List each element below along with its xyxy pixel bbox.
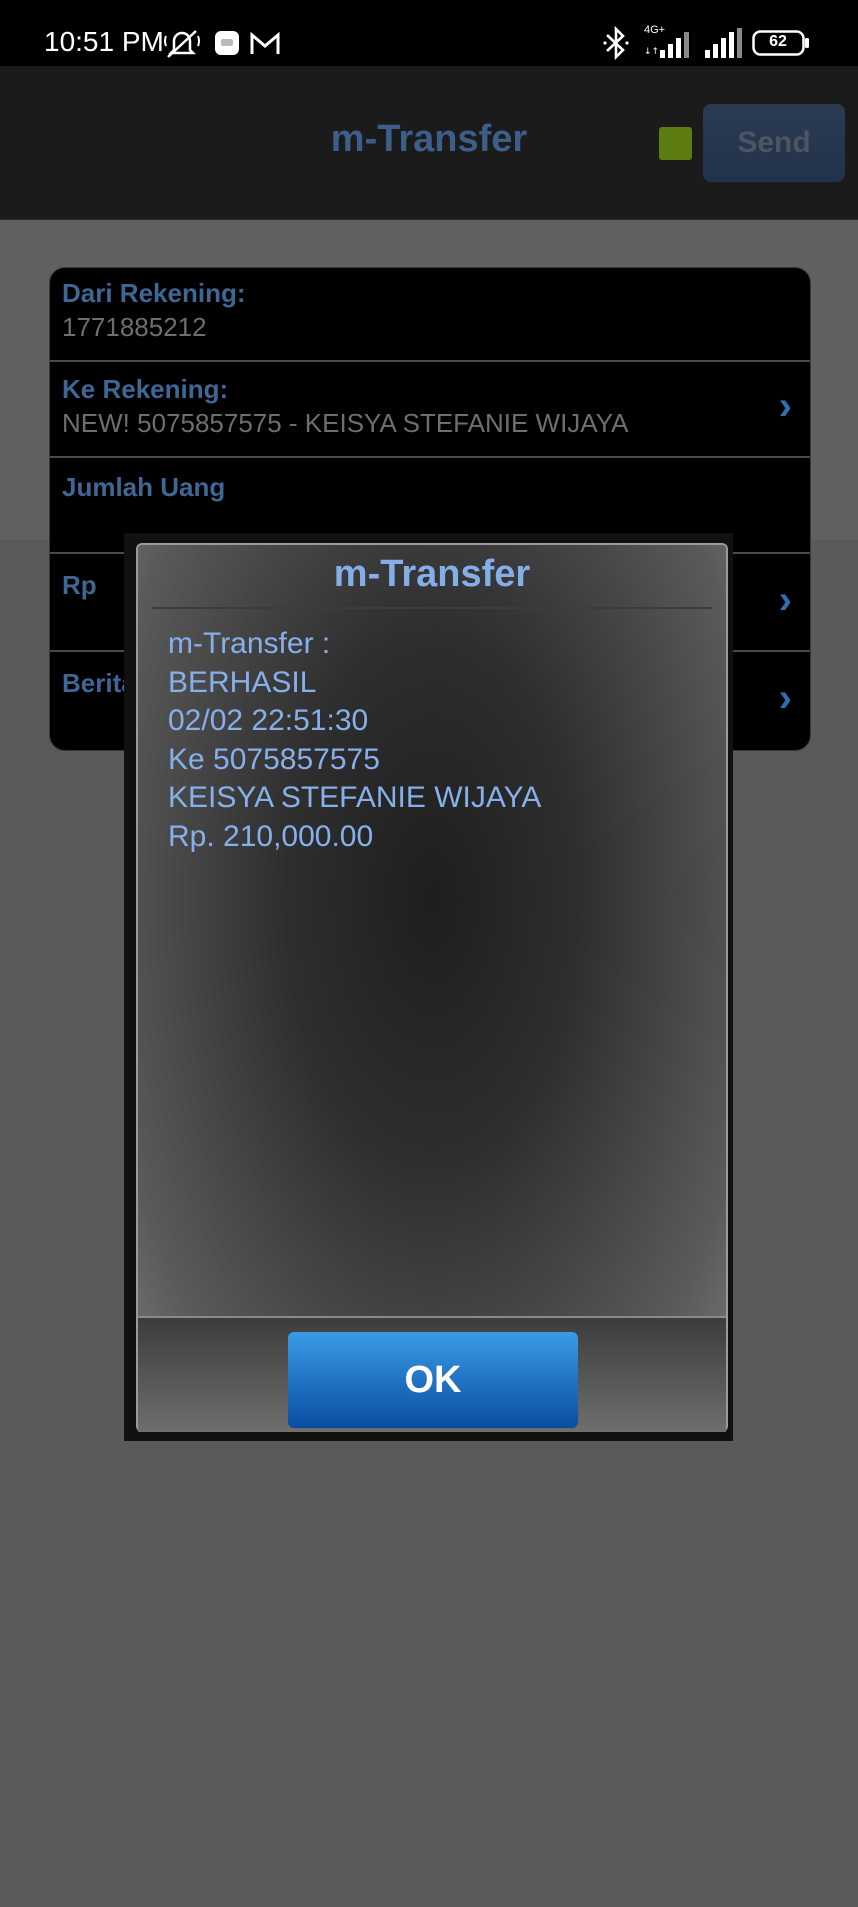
- signal-icon: [703, 26, 745, 65]
- chevron-right-icon[interactable]: ›: [779, 384, 792, 429]
- currency-label: Rp: [62, 570, 97, 600]
- dialog-line: KEISYA STEFANIE WIJAYA: [168, 781, 542, 814]
- from-account-row[interactable]: Dari Rekening: 1771885212: [50, 268, 810, 362]
- gmail-icon: [250, 31, 280, 61]
- dialog-line: Rp. 210,000.00: [168, 819, 374, 853]
- network-label: 4G+: [644, 24, 666, 36]
- to-account-row[interactable]: Ke Rekening: NEW! 5075857575 - KEISYA ST…: [50, 362, 810, 458]
- status-bar: 10:51 PM 4G+ ↓↑ 62: [0, 0, 858, 66]
- from-account-value: 1771885212: [62, 312, 207, 342]
- battery-icon: 62: [752, 30, 810, 56]
- chevron-right-icon[interactable]: ›: [779, 676, 792, 721]
- status-indicator: [659, 127, 692, 160]
- dialog-line: BERHASIL: [168, 665, 317, 699]
- status-time: 10:51 PM: [44, 26, 164, 57]
- result-dialog: m-Transfer m-Transfer : BERHASIL 02/02 2…: [136, 543, 728, 1432]
- dialog-line: m-Transfer :: [168, 627, 331, 660]
- battery-level: 62: [769, 33, 787, 50]
- to-account-value: NEW! 5075857575 - KEISYA STEFANIE WIJAYA: [62, 408, 629, 438]
- bluetooth-icon: [603, 25, 629, 65]
- message-icon: [214, 30, 240, 61]
- chevron-right-icon[interactable]: ›: [779, 578, 792, 623]
- dialog-divider: [152, 607, 712, 609]
- send-button[interactable]: Send: [703, 104, 845, 182]
- dialog-line: Ke 5075857575: [168, 742, 380, 776]
- amount-label: Jumlah Uang: [62, 472, 226, 502]
- mute-icon: [164, 28, 200, 65]
- dialog-footer: OK: [138, 1316, 726, 1432]
- signal-4g-icon: 4G+ ↓↑: [642, 24, 698, 65]
- to-account-label: Ke Rekening:: [62, 374, 229, 404]
- ok-button[interactable]: OK: [288, 1332, 578, 1428]
- from-account-label: Dari Rekening:: [62, 278, 246, 308]
- svg-text:↓↑: ↓↑: [644, 47, 659, 57]
- dialog-message: m-Transfer : BERHASIL 02/02 22:51:30 Ke …: [168, 625, 541, 856]
- dialog-title: m-Transfer: [333, 553, 531, 595]
- dialog-line: 02/02 22:51:30: [168, 704, 369, 737]
